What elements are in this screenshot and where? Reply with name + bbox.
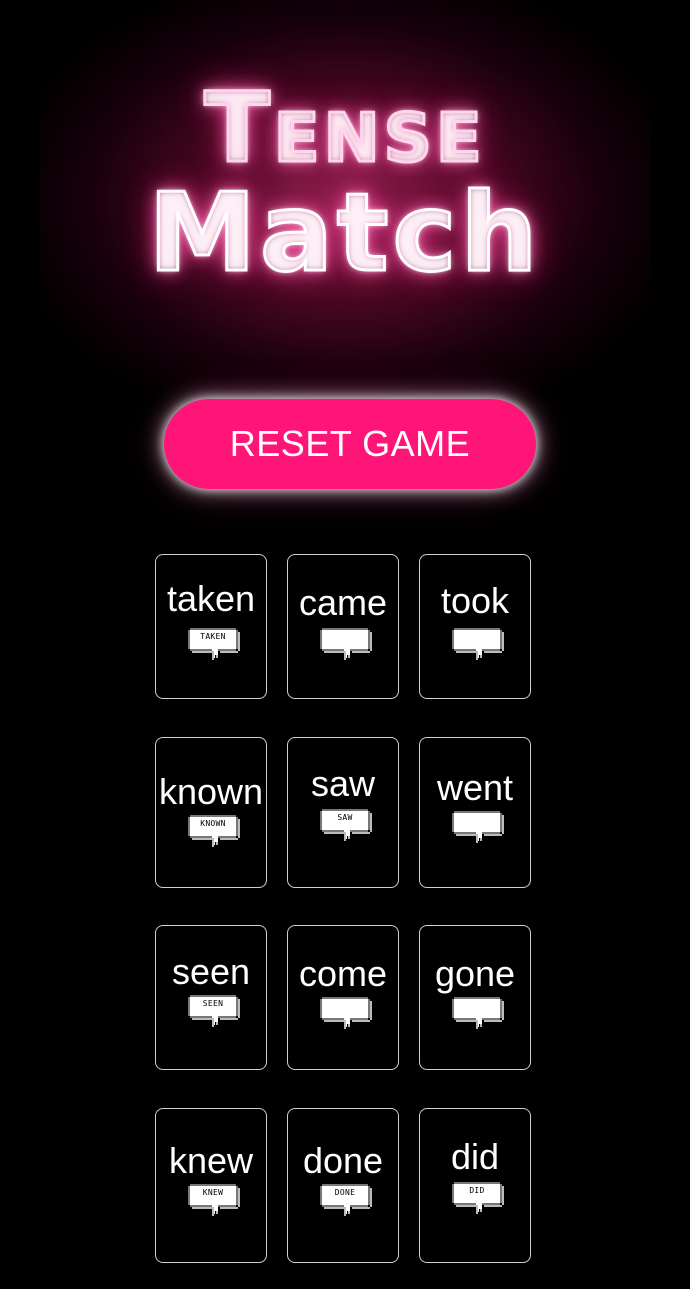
- word-card[interactable]: known KNOWN: [155, 737, 267, 888]
- word-card[interactable]: came: [287, 554, 399, 699]
- speech-bubble-icon: SEEN: [188, 994, 240, 1036]
- reset-game-button[interactable]: RESET GAME: [164, 399, 536, 489]
- speech-bubble-icon: [452, 996, 504, 1038]
- title-line-1: Tense: [203, 72, 486, 184]
- card-word: did: [450, 1136, 500, 1177]
- speech-bubble-icon: DONE: [320, 1183, 372, 1225]
- card-word: gone: [434, 953, 516, 994]
- speech-bubble-icon: DID: [452, 1181, 504, 1223]
- speech-bubble-icon: KNEW: [188, 1183, 240, 1225]
- speech-bubble-icon: [320, 996, 372, 1038]
- word-card[interactable]: took: [419, 554, 531, 699]
- word-card[interactable]: knew KNEW: [155, 1108, 267, 1263]
- bubble-label: KNEW: [202, 1188, 224, 1197]
- bubble-label: KNOWN: [200, 819, 226, 828]
- title-line-2: Match: [147, 171, 542, 296]
- card-word: done: [302, 1140, 384, 1181]
- word-card[interactable]: taken TAKEN: [155, 554, 267, 699]
- word-card[interactable]: saw SAW: [287, 737, 399, 888]
- speech-bubble-icon: TAKEN: [188, 627, 240, 669]
- card-word: knew: [168, 1140, 254, 1181]
- bubble-label: DONE: [334, 1188, 356, 1197]
- card-word: seen: [171, 951, 251, 992]
- word-card[interactable]: seen SEEN: [155, 925, 267, 1070]
- title-glow: [40, 0, 650, 410]
- speech-bubble-icon: KNOWN: [188, 814, 240, 856]
- card-word: known: [158, 771, 264, 812]
- card-word: come: [298, 953, 388, 994]
- card-word: came: [298, 582, 388, 623]
- card-word: took: [440, 580, 510, 621]
- bubble-label: SAW: [337, 813, 353, 822]
- word-card[interactable]: gone: [419, 925, 531, 1070]
- card-word: taken: [166, 578, 256, 619]
- word-card[interactable]: done DONE: [287, 1108, 399, 1263]
- speech-bubble-icon: [452, 810, 504, 852]
- word-card[interactable]: did DID: [419, 1108, 531, 1263]
- card-word: saw: [310, 763, 376, 804]
- speech-bubble-icon: [452, 627, 504, 669]
- bubble-label: TAKEN: [200, 632, 226, 641]
- word-card[interactable]: come: [287, 925, 399, 1070]
- bubble-label: SEEN: [202, 999, 224, 1008]
- card-word: went: [436, 767, 514, 808]
- game-title: Tense Match: [0, 72, 690, 296]
- speech-bubble-icon: SAW: [320, 808, 372, 850]
- word-card[interactable]: went: [419, 737, 531, 888]
- bubble-label: DID: [469, 1186, 485, 1195]
- speech-bubble-icon: [320, 627, 372, 669]
